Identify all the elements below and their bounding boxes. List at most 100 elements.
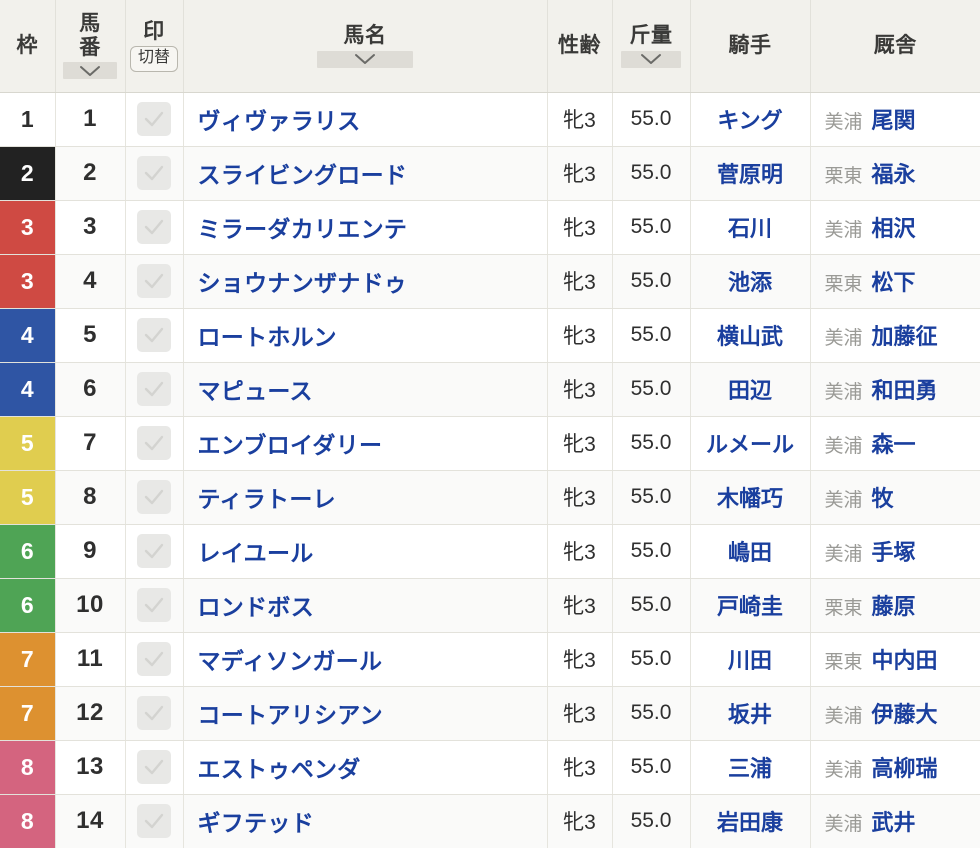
column-header-label-bamei: 馬名 xyxy=(343,23,387,47)
frame-number-cell: 3 xyxy=(0,254,56,309)
mark-checkbox[interactable] xyxy=(137,588,171,622)
trainer-link[interactable]: 高柳瑞 xyxy=(872,751,938,783)
stable-wrapper: 美浦 加藤征 xyxy=(821,319,971,351)
check-icon xyxy=(144,219,164,235)
training-center-label: 栗東 xyxy=(824,598,863,619)
mark-checkbox[interactable] xyxy=(137,426,171,460)
race-entry-table: 枠馬 番印切替 馬名 性齢 斤量 騎手 厩舎 1 1 ヴィヴァラリス 牝3 55.0 キング 美浦 尾関… xyxy=(0,0,980,848)
handicap-weight-cell: 55.0 xyxy=(612,740,691,795)
jockey-link[interactable]: 横山武 xyxy=(717,324,783,349)
horse-name-link[interactable]: エンブロイダリー xyxy=(198,432,383,458)
chevron-down-icon xyxy=(80,65,100,76)
sex-age-cell: 牝3 xyxy=(547,308,613,363)
mark-checkbox[interactable] xyxy=(137,102,171,136)
horse-number-cell: 4 xyxy=(55,254,126,309)
horse-name-cell: ロートホルン xyxy=(183,308,548,363)
trainer-link[interactable]: 和田勇 xyxy=(872,373,938,405)
check-icon xyxy=(144,705,164,721)
jockey-link[interactable]: 川田 xyxy=(728,648,772,673)
sort-button-umaban[interactable] xyxy=(63,62,117,80)
trainer-link[interactable]: 伊藤大 xyxy=(872,697,938,729)
jockey-cell: 戸崎圭 xyxy=(690,578,811,633)
horse-name-link[interactable]: ヴィヴァラリス xyxy=(198,108,361,134)
jockey-link[interactable]: キング xyxy=(717,108,782,133)
horse-name-cell: ギフテッド xyxy=(183,794,548,848)
trainer-link[interactable]: 相沢 xyxy=(872,211,916,243)
sort-button-kinryo[interactable] xyxy=(620,50,682,68)
stable-cell: 美浦 手塚 xyxy=(810,524,980,579)
jockey-cell: 三浦 xyxy=(690,740,811,795)
mark-cell xyxy=(125,362,184,417)
jockey-link[interactable]: 菅原明 xyxy=(717,162,783,187)
handicap-weight-cell: 55.0 xyxy=(612,308,691,363)
horse-name-link[interactable]: スライビングロード xyxy=(198,162,408,188)
horse-name-cell: ロンドボス xyxy=(183,578,548,633)
sort-button-bamei[interactable] xyxy=(317,50,413,68)
handicap-weight-cell: 55.0 xyxy=(612,254,691,309)
jockey-link[interactable]: 池添 xyxy=(728,270,772,295)
stable-wrapper: 美浦 尾関 xyxy=(821,103,971,135)
horse-name-link[interactable]: レイユール xyxy=(198,540,314,566)
mark-checkbox[interactable] xyxy=(137,372,171,406)
mark-checkbox[interactable] xyxy=(137,750,171,784)
toggle-shirushi-button[interactable]: 切替 xyxy=(129,46,178,72)
horse-name-link[interactable]: ロートホルン xyxy=(198,324,337,350)
trainer-link[interactable]: 福永 xyxy=(872,157,916,189)
horse-name-link[interactable]: マピュース xyxy=(198,378,313,404)
horse-name-link[interactable]: マディソンガール xyxy=(198,648,383,674)
table-row: 6 9 レイユール 牝3 55.0 嶋田 美浦 手塚 xyxy=(0,524,980,579)
horse-name-link[interactable]: コートアリシアン xyxy=(198,702,383,728)
check-icon xyxy=(144,543,164,559)
trainer-link[interactable]: 牧 xyxy=(872,481,894,513)
mark-cell xyxy=(125,92,184,147)
mark-checkbox[interactable] xyxy=(137,642,171,676)
horse-name-cell: エストゥペンダ xyxy=(183,740,548,795)
mark-checkbox[interactable] xyxy=(137,156,171,190)
horse-name-link[interactable]: ミラーダカリエンテ xyxy=(198,216,408,242)
mark-cell xyxy=(125,524,184,579)
sex-age-cell: 牝3 xyxy=(547,578,613,633)
jockey-link[interactable]: 田辺 xyxy=(728,378,772,403)
mark-checkbox[interactable] xyxy=(137,480,171,514)
trainer-link[interactable]: 尾関 xyxy=(872,103,916,135)
jockey-link[interactable]: 嶋田 xyxy=(728,540,772,565)
column-header-label-kinryo: 斤量 xyxy=(629,23,673,47)
mark-checkbox[interactable] xyxy=(137,264,171,298)
horse-name-link[interactable]: ショウナンザナドゥ xyxy=(198,270,408,296)
trainer-link[interactable]: 森一 xyxy=(872,427,916,459)
mark-checkbox[interactable] xyxy=(137,210,171,244)
trainer-link[interactable]: 手塚 xyxy=(872,535,916,567)
handicap-weight-cell: 55.0 xyxy=(612,524,691,579)
jockey-link[interactable]: ルメール xyxy=(706,432,794,457)
trainer-link[interactable]: 松下 xyxy=(872,265,916,297)
jockey-link[interactable]: 三浦 xyxy=(728,756,772,781)
jockey-link[interactable]: 木幡巧 xyxy=(717,486,783,511)
mark-checkbox[interactable] xyxy=(137,534,171,568)
table-header: 枠 馬 番 印切替 馬名 性齢 斤量 騎手 厩舎 xyxy=(0,0,980,93)
trainer-link[interactable]: 加藤征 xyxy=(872,319,938,351)
horse-name-link[interactable]: エストゥペンダ xyxy=(198,756,361,782)
mark-checkbox[interactable] xyxy=(137,318,171,352)
column-header-label-seirei: 性齢 xyxy=(558,33,601,57)
jockey-link[interactable]: 岩田康 xyxy=(717,810,783,835)
horse-name-link[interactable]: ロンドボス xyxy=(198,594,315,620)
mark-cell xyxy=(125,794,184,848)
horse-name-link[interactable]: ギフテッド xyxy=(198,810,315,836)
jockey-cell: 菅原明 xyxy=(690,146,811,201)
frame-number-badge: 6 xyxy=(0,524,55,578)
jockey-cell: 川田 xyxy=(690,632,811,687)
trainer-link[interactable]: 中内田 xyxy=(872,643,938,675)
jockey-link[interactable]: 坂井 xyxy=(728,702,772,727)
handicap-weight-cell: 55.0 xyxy=(612,200,691,255)
trainer-link[interactable]: 藤原 xyxy=(872,589,916,621)
check-icon xyxy=(144,165,164,181)
mark-checkbox[interactable] xyxy=(137,804,171,838)
trainer-link[interactable]: 武井 xyxy=(872,805,916,837)
check-icon xyxy=(144,435,164,451)
horse-number-cell: 9 xyxy=(55,524,126,579)
jockey-link[interactable]: 戸崎圭 xyxy=(717,594,783,619)
horse-name-link[interactable]: ティラトーレ xyxy=(198,486,336,512)
frame-number-cell: 4 xyxy=(0,362,56,417)
jockey-link[interactable]: 石川 xyxy=(728,216,772,241)
mark-checkbox[interactable] xyxy=(137,696,171,730)
